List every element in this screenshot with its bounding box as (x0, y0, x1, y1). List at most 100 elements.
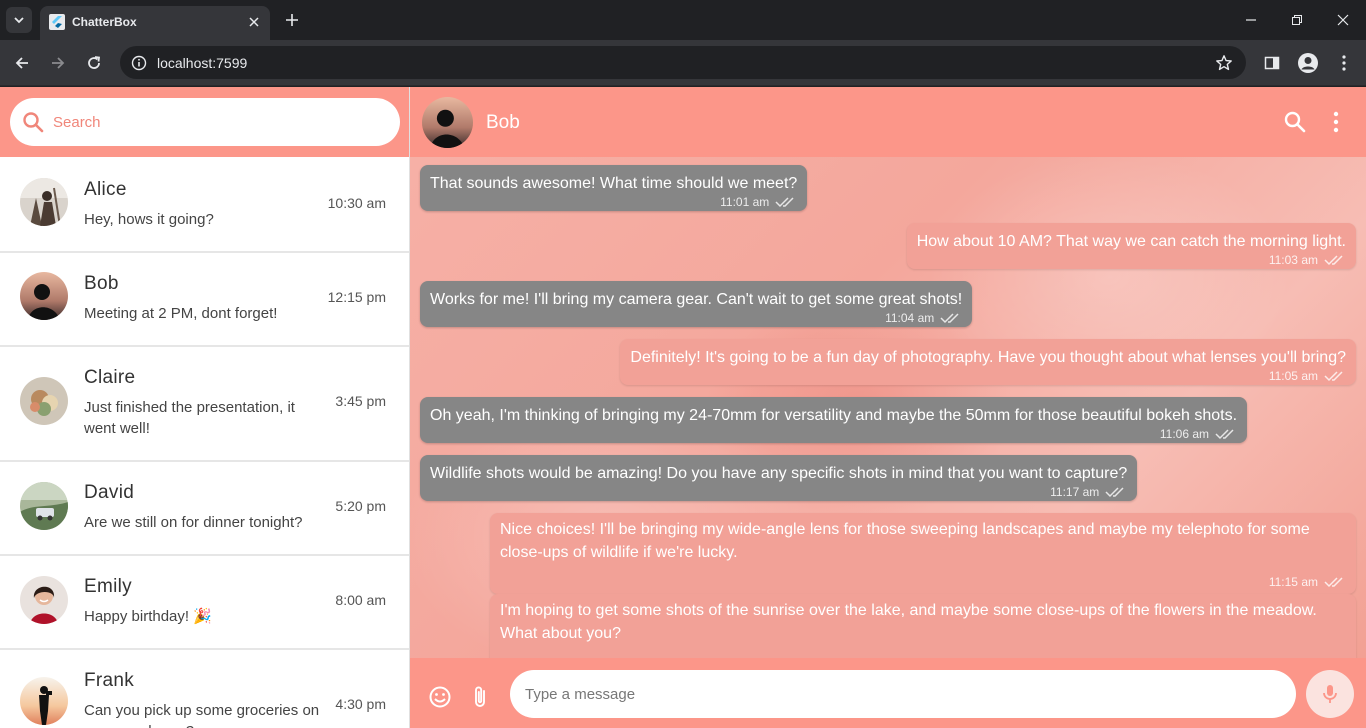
contact-item-bob[interactable]: Bob Meeting at 2 PM, dont forget! 12:15 … (0, 253, 409, 347)
message-bubble-outgoing: How about 10 AM? That way we can catch t… (906, 223, 1356, 269)
avatar (20, 272, 68, 320)
chat-contact-name[interactable]: Bob (486, 112, 520, 134)
paperclip-icon[interactable] (468, 684, 492, 710)
double-check-icon (775, 197, 794, 208)
minimize-button[interactable] (1228, 4, 1274, 36)
search-box[interactable] (10, 98, 400, 146)
profile-button[interactable] (1294, 49, 1322, 77)
tab-close-button[interactable] (244, 12, 264, 32)
message-time: 11:17 am (1050, 484, 1100, 499)
message-bubble-incoming: Works for me! I'll bring my camera gear.… (420, 281, 973, 327)
contact-last-message: Meeting at 2 PM, dont forget! (84, 305, 278, 322)
window-close-button[interactable] (1320, 4, 1366, 36)
more-vertical-icon (1342, 55, 1346, 71)
emoji-icon[interactable] (428, 685, 452, 709)
message-text: Definitely! It's going to be a fun day o… (630, 349, 1346, 366)
message-bubble-incoming: Wildlife shots would be amazing! Do you … (420, 455, 1138, 501)
message-list[interactable]: That sounds awesome! What time should we… (410, 157, 1366, 675)
contact-name: Bob (84, 273, 119, 294)
restore-icon (1292, 15, 1302, 25)
message-text: Nice choices! I'll be bringing my wide-a… (500, 521, 1310, 561)
url-text: localhost:7599 (157, 55, 248, 71)
message-text: Oh yeah, I'm thinking of bringing my 24-… (430, 407, 1238, 424)
restore-button[interactable] (1274, 4, 1320, 36)
contact-item-alice[interactable]: Alice Hey, hows it going? 10:30 am (0, 157, 409, 253)
contact-name: David (84, 482, 135, 503)
contact-time: 5:20 pm (335, 498, 386, 514)
contact-time: 4:30 pm (335, 696, 386, 712)
close-icon (249, 17, 259, 27)
profile-icon (1298, 53, 1318, 73)
new-tab-button[interactable] (280, 8, 304, 32)
contacts-sidebar: Alice Hey, hows it going? 10:30 am Bob M… (0, 87, 410, 728)
side-panel-icon (1264, 56, 1280, 70)
forward-button[interactable] (44, 49, 72, 77)
contact-name: Claire (84, 367, 136, 388)
avatar (20, 178, 68, 226)
side-panel-button[interactable] (1258, 49, 1286, 77)
more-vertical-icon[interactable] (1324, 109, 1348, 135)
message-composer (410, 658, 1366, 728)
mic-button[interactable] (1306, 670, 1354, 718)
site-info-button[interactable] (128, 52, 150, 74)
contact-last-message: Can you pick up some groceries on your w… (84, 702, 320, 728)
message-text: Wildlife shots would be amazing! Do you … (430, 465, 1128, 482)
address-bar[interactable]: localhost:7599 (120, 46, 1246, 79)
search-icon[interactable] (1282, 109, 1308, 135)
microphone-icon (1323, 685, 1337, 703)
browser-tab[interactable]: ChatterBox (40, 6, 270, 40)
message-time: 11:04 am (885, 310, 935, 325)
message-input[interactable] (525, 683, 1265, 705)
tab-search-button[interactable] (6, 7, 32, 33)
double-check-icon (940, 313, 959, 324)
back-button[interactable] (8, 49, 36, 77)
browser-menu-button[interactable] (1330, 49, 1358, 77)
chat-panel: Bob That sounds awesome! What time shoul… (410, 87, 1366, 728)
search-area (0, 87, 409, 157)
close-icon (1337, 14, 1349, 26)
avatar (20, 576, 68, 624)
double-check-icon (1324, 371, 1343, 382)
message-time: 11:05 am (1268, 368, 1318, 383)
contact-item-frank[interactable]: Frank Can you pick up some groceries on … (0, 650, 409, 728)
app-favicon-icon (49, 14, 65, 30)
search-input[interactable] (53, 110, 383, 134)
message-time: 11:06 am (1159, 426, 1210, 441)
message-time: 11:03 am (1268, 252, 1318, 267)
bookmark-button[interactable] (1212, 51, 1236, 75)
plus-icon (286, 14, 298, 26)
double-check-icon (1215, 429, 1234, 440)
avatar (20, 377, 68, 425)
message-bubble-incoming: That sounds awesome! What time should we… (420, 165, 808, 211)
tab-title: ChatterBox (72, 15, 137, 29)
contact-item-claire[interactable]: Claire Just finished the presentation, i… (0, 347, 409, 462)
contact-name: Emily (84, 576, 132, 597)
contact-item-david[interactable]: David Are we still on for dinner tonight… (0, 462, 409, 556)
contact-name: Frank (84, 670, 135, 691)
avatar (20, 677, 68, 725)
browser-tabstrip: ChatterBox (0, 0, 1366, 40)
contact-last-message: Hey, hows it going? (84, 211, 214, 228)
star-icon (1216, 55, 1232, 71)
contact-last-message: Just finished the presentation, it went … (84, 399, 295, 437)
message-time: 11:01 am (720, 194, 770, 209)
contact-last-message: Happy birthday! 🎉 (84, 608, 212, 625)
avatar (20, 482, 68, 530)
arrow-left-icon (15, 57, 28, 69)
reload-button[interactable] (80, 49, 108, 77)
contact-last-message: Are we still on for dinner tonight? (84, 514, 303, 531)
chat-contact-avatar[interactable] (422, 97, 473, 148)
message-text: Works for me! I'll bring my camera gear.… (430, 291, 963, 308)
contact-item-emily[interactable]: Emily Happy birthday! 🎉 8:00 am (0, 556, 409, 650)
contact-time: 8:00 am (335, 592, 386, 608)
double-check-icon (1324, 577, 1343, 588)
contact-time: 10:30 am (327, 195, 386, 211)
browser-toolbar: localhost:7599 (0, 40, 1366, 86)
contact-name: Alice (84, 179, 127, 200)
message-input-box[interactable] (510, 670, 1296, 718)
chevron-down-icon (14, 17, 24, 24)
double-check-icon (1105, 487, 1124, 498)
contact-time: 3:45 pm (335, 393, 386, 409)
minimize-icon (1246, 19, 1256, 21)
contact-time: 12:15 pm (327, 289, 386, 305)
